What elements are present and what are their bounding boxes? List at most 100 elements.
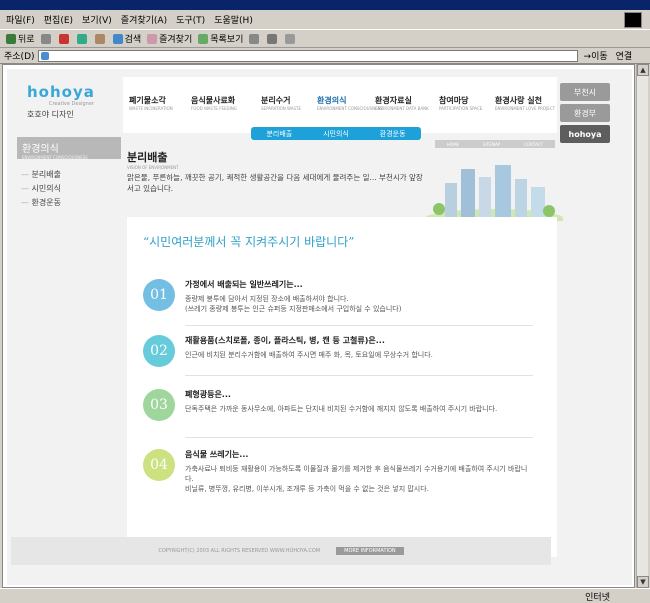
- step-number: 01: [143, 279, 175, 311]
- nav-sublabel: ENVIRONMENT CONSCIOUSNESS: [317, 106, 383, 111]
- refresh-icon: [76, 33, 87, 44]
- window-titlebar: [0, 0, 650, 10]
- nav-item-food-waste[interactable]: 음식물사료화 FOOD WASTE FEEDING: [191, 95, 237, 111]
- sub-nav: 분리배출 시민의식 환경운동: [251, 127, 421, 140]
- city-illustration: [425, 165, 563, 221]
- logo-tagline: Creative Designer: [49, 101, 94, 107]
- favorites-label: 즐겨찾기: [159, 35, 193, 45]
- bucheon-link[interactable]: 부천시: [560, 83, 610, 101]
- edit-icon: [285, 33, 296, 44]
- browser-toolbar: 뒤로 검색 즐겨찾기 목록보기: [0, 30, 650, 48]
- nav-item-databank[interactable]: 환경자료실 ENVIRONMENT DATA BANK: [375, 95, 429, 111]
- logo-mark: hohoya: [27, 83, 95, 101]
- partner-links: 부천시 환경부 hohoya: [560, 83, 610, 146]
- page-intro: 맑은물, 푸른하늘, 깨끗한 공기, 쾌적한 생활공간을 다음 세대에게 물려주…: [127, 173, 423, 193]
- nav-label: 참여마당: [439, 96, 469, 105]
- subnav-separation[interactable]: 분리배출: [266, 129, 292, 139]
- subnav-movement[interactable]: 환경운동: [380, 129, 406, 139]
- step-title: 가정에서 배출되는 일반쓰레기는...: [185, 280, 303, 289]
- address-bar: 주소(D) →이동 연결: [0, 48, 650, 64]
- menu-bar: 파일(F) 편집(E) 보기(V) 즐겨찾기(A) 도구(T) 도움말(H): [0, 10, 650, 30]
- stop-button[interactable]: [58, 33, 71, 44]
- contact-link[interactable]: CONTACT: [524, 142, 543, 147]
- nav-label: 폐기물소각: [129, 96, 166, 105]
- site-logo[interactable]: hohoya Creative Designer 호호야 디자인: [27, 83, 95, 120]
- step-desc: 인근에 비치된 분리수거함에 배출하여 주시면 매주 화, 목, 토요일에 무상…: [185, 351, 433, 359]
- back-arrow-icon: [6, 33, 16, 44]
- home-button[interactable]: [94, 33, 107, 44]
- sidebar-item-separation[interactable]: 분리배출: [17, 169, 121, 180]
- util-bar: HOME SITEMAP CONTACT: [435, 140, 555, 148]
- go-button[interactable]: →이동: [584, 49, 608, 62]
- menu-help[interactable]: 도움말(H): [214, 13, 253, 26]
- menu-favorites[interactable]: 즐겨찾기(A): [121, 13, 167, 26]
- site-container: hohoya Creative Designer 호호야 디자인 폐기물소각 W…: [7, 69, 632, 585]
- address-input[interactable]: [37, 49, 578, 62]
- print-button[interactable]: [267, 33, 279, 44]
- nav-item-separation[interactable]: 분리수거 SEPARATION WASTE: [261, 95, 301, 111]
- main-nav: 폐기물소각 WASTE INCINERATION 음식물사료화 FOOD WAS…: [123, 77, 557, 133]
- slogan: “시민여러분께서 꼭 지켜주시기 바랍니다”: [143, 235, 355, 249]
- nav-item-participation[interactable]: 참여마당 PARTICIPATION SPACE: [439, 95, 482, 111]
- step-text: 음식물 쓰레기는... 가축사료나 퇴비등 재활용이 가능하도록 이물질과 물기…: [185, 449, 535, 494]
- nav-label: 환경사랑 실천: [495, 96, 542, 105]
- back-button[interactable]: 뒤로: [6, 32, 35, 45]
- nav-sublabel: ENVIRONMENT DATA BANK: [375, 106, 429, 111]
- logo-name: 호호야 디자인: [27, 110, 74, 119]
- nav-label: 환경자료실: [375, 96, 412, 105]
- nav-sublabel: ENVIRONMENT LOVE PROJECT: [495, 106, 556, 111]
- vertical-scrollbar[interactable]: ▲ ▼: [636, 64, 649, 588]
- forward-button[interactable]: [40, 33, 53, 44]
- links-button[interactable]: 연결: [616, 49, 633, 62]
- favorites-icon: [147, 33, 158, 44]
- page-viewport: hohoya Creative Designer 호호야 디자인 폐기물소각 W…: [2, 64, 635, 588]
- nav-sublabel: PARTICIPATION SPACE: [439, 106, 483, 111]
- sidebar-item-movement[interactable]: 환경운동: [17, 197, 121, 208]
- step-desc: 종량제 봉투에 담아서 지정된 장소에 배출하셔야 합니다.: [185, 295, 349, 303]
- home-icon: [94, 33, 105, 44]
- more-info-button[interactable]: MORE INFORMATION: [336, 547, 404, 555]
- nav-item-consciousness[interactable]: 환경의식 ENVIRONMENT CONSCIOUSNESS: [317, 95, 383, 111]
- sidebar-item-citizen[interactable]: 시민의식: [17, 183, 121, 194]
- search-label: 검색: [124, 35, 142, 45]
- nav-item-incineration[interactable]: 폐기물소각 WASTE INCINERATION: [129, 95, 173, 111]
- scroll-up-icon[interactable]: ▲: [637, 64, 649, 76]
- sidebar-list: 분리배출 시민의식 환경운동: [17, 169, 121, 208]
- mail-icon: [249, 33, 260, 44]
- step-number: 04: [143, 449, 175, 481]
- menu-view[interactable]: 보기(V): [82, 13, 112, 26]
- favorites-button[interactable]: 즐겨찾기: [147, 32, 192, 45]
- step-text: 재활용품(스치로폴, 종이, 플라스틱, 병, 캔 등 고철류)은... 인근에…: [185, 335, 535, 360]
- refresh-button[interactable]: [76, 33, 89, 44]
- address-label: 주소(D): [4, 52, 35, 62]
- mail-button[interactable]: [249, 33, 261, 44]
- sidebar-title-kr: 환경의식: [22, 144, 59, 155]
- nav-label: 분리수거: [261, 96, 291, 105]
- menu-file[interactable]: 파일(F): [6, 13, 35, 26]
- sitemap-link[interactable]: SITEMAP: [483, 142, 500, 147]
- nav-label: 음식물사료화: [191, 96, 236, 105]
- status-bar: 인터넷: [0, 588, 650, 603]
- hohoya-link[interactable]: hohoya: [560, 125, 610, 143]
- ministry-link[interactable]: 환경부: [560, 104, 610, 122]
- step-number: 03: [143, 389, 175, 421]
- home-link[interactable]: HOME: [447, 142, 459, 147]
- menu-edit[interactable]: 편집(E): [44, 13, 73, 26]
- subnav-citizen[interactable]: 시민의식: [323, 129, 349, 139]
- nav-sublabel: FOOD WASTE FEEDING: [191, 106, 237, 111]
- history-button[interactable]: 목록보기: [198, 32, 243, 45]
- edit-button[interactable]: [285, 33, 297, 44]
- step-title: 폐형광등은...: [185, 390, 231, 399]
- go-label: 이동: [591, 52, 608, 62]
- step-title: 재활용품(스치로폴, 종이, 플라스틱, 병, 캔 등 고철류)은...: [185, 336, 385, 345]
- site-footer: COPYRIGHT(C) 2003 ALL RIGHTS RESERVED WW…: [11, 537, 551, 565]
- search-icon: [112, 33, 123, 44]
- scroll-down-icon[interactable]: ▼: [637, 576, 649, 588]
- history-label: 목록보기: [210, 35, 244, 45]
- divider: [185, 375, 533, 376]
- nav-item-love-project[interactable]: 환경사랑 실천 ENVIRONMENT LOVE PROJECT: [495, 95, 555, 111]
- nav-sublabel: WASTE INCINERATION: [129, 106, 173, 111]
- forward-arrow-icon: [40, 33, 51, 44]
- search-button[interactable]: 검색: [112, 32, 142, 45]
- menu-tools[interactable]: 도구(T): [176, 13, 205, 26]
